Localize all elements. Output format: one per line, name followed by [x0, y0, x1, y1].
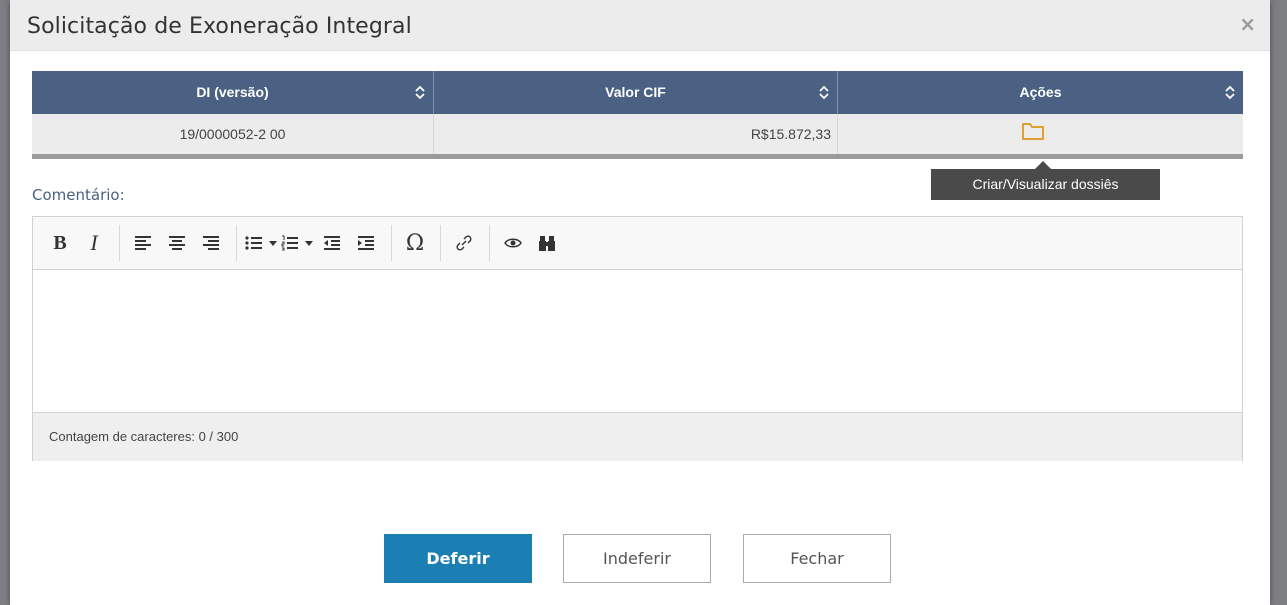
indent-button[interactable]	[351, 228, 381, 258]
chevron-down-icon	[305, 240, 313, 246]
column-header-valor-cif[interactable]: Valor CIF	[434, 71, 838, 114]
column-header-valor-cif-label: Valor CIF	[605, 84, 666, 100]
italic-button[interactable]: I	[79, 228, 109, 258]
tooltip-dossie: Criar/Visualizar dossiês	[931, 161, 1160, 200]
table-row[interactable]: 19/0000052-2 00 R$15.872,33	[32, 114, 1243, 159]
dialog-title: Solicitação de Exoneração Integral	[27, 14, 412, 39]
column-header-di[interactable]: DI (versão)	[32, 71, 434, 114]
background-page-left	[0, 0, 10, 605]
fechar-button[interactable]: Fechar	[743, 534, 891, 583]
bullet-list-button[interactable]	[245, 228, 277, 258]
comment-label: Comentário:	[32, 186, 125, 204]
link-button[interactable]	[449, 228, 479, 258]
outdent-button[interactable]	[317, 228, 347, 258]
char-count: Contagem de caracteres: 0 / 300	[33, 413, 1242, 461]
bold-button[interactable]: B	[45, 228, 75, 258]
column-header-di-label: DI (versão)	[196, 84, 269, 100]
align-left-button[interactable]	[128, 228, 158, 258]
find-button[interactable]	[532, 228, 562, 258]
cell-di: 19/0000052-2 00	[32, 114, 434, 154]
di-table: DI (versão) Valor CIF Ações 19/0000052-2…	[32, 71, 1243, 159]
close-icon[interactable]: ×	[1239, 14, 1256, 34]
link-icon	[456, 235, 472, 251]
sort-icon[interactable]	[1225, 85, 1235, 100]
comment-textarea[interactable]	[33, 270, 1242, 413]
align-center-button[interactable]	[162, 228, 192, 258]
align-center-icon	[169, 236, 185, 250]
special-char-button[interactable]: Ω	[400, 228, 430, 258]
folder-icon[interactable]	[1021, 121, 1045, 141]
background-page-right	[1269, 0, 1287, 605]
editor-toolbar: B I Ω	[33, 217, 1242, 270]
chevron-down-icon	[269, 240, 277, 246]
preview-button[interactable]	[498, 228, 528, 258]
toolbar-separator	[489, 225, 490, 261]
column-header-acoes-label: Ações	[1019, 84, 1062, 100]
toolbar-separator	[391, 225, 392, 261]
cell-acoes	[838, 114, 1243, 154]
numbered-list-icon	[281, 235, 298, 251]
toolbar-separator	[440, 225, 441, 261]
special-char-icon: Ω	[405, 230, 425, 256]
outdent-icon	[324, 236, 340, 250]
align-left-icon	[135, 236, 151, 250]
rich-text-editor: B I Ω Contagem de caracteres: 0 / 300	[32, 216, 1243, 461]
dialog-header: Solicitação de Exoneração Integral ×	[10, 0, 1270, 51]
indeferir-button[interactable]: Indeferir	[563, 534, 711, 583]
sort-icon[interactable]	[819, 85, 829, 100]
bullet-list-icon	[245, 236, 262, 250]
sort-icon[interactable]	[415, 85, 425, 100]
indent-icon	[358, 236, 374, 250]
toolbar-separator	[119, 225, 120, 261]
preview-icon	[504, 238, 522, 248]
find-icon	[539, 236, 555, 251]
column-header-acoes[interactable]: Ações	[838, 71, 1243, 114]
numbered-list-button[interactable]	[281, 228, 313, 258]
toolbar-separator	[236, 225, 237, 261]
align-right-button[interactable]	[196, 228, 226, 258]
deferir-button[interactable]: Deferir	[384, 534, 532, 583]
align-right-icon	[203, 236, 219, 250]
cell-valor-cif: R$15.872,33	[434, 114, 838, 154]
table-header: DI (versão) Valor CIF Ações	[32, 71, 1243, 114]
